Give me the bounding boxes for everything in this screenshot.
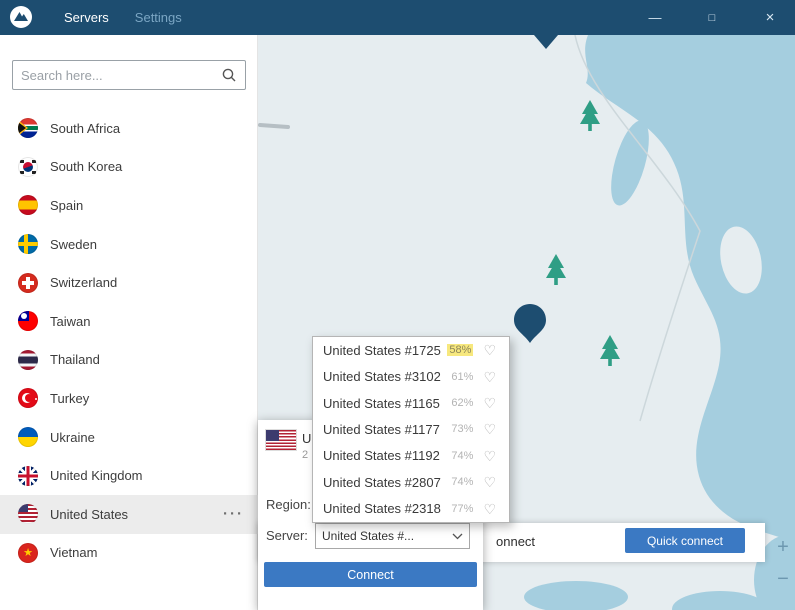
- country-name: Switzerland: [50, 275, 118, 291]
- server-option[interactable]: United States #1177 73% ♡: [313, 416, 509, 442]
- country-row-tr[interactable]: Turkey: [0, 379, 258, 418]
- country-name: United Kingdom: [50, 468, 143, 484]
- quick-connect-button[interactable]: Quick connect: [625, 528, 745, 553]
- search-input[interactable]: [13, 67, 221, 83]
- minimize-button[interactable]: —: [635, 0, 675, 35]
- server-name: United States #1165: [323, 395, 440, 411]
- server-option[interactable]: United States #2807 74% ♡: [313, 469, 509, 495]
- server-load: 73%: [451, 423, 474, 436]
- country-name: South Africa: [50, 120, 121, 136]
- country-row-us[interactable]: United States ···: [0, 494, 258, 534]
- flag-vn-icon: [18, 542, 38, 563]
- server-name: United States #3102: [323, 369, 441, 385]
- heart-icon[interactable]: ♡: [483, 422, 496, 436]
- tab-servers[interactable]: Servers: [64, 10, 109, 25]
- flag-es-icon: [18, 195, 38, 216]
- tab-settings[interactable]: Settings: [135, 10, 182, 25]
- country-row-tw[interactable]: Taiwan: [0, 302, 258, 341]
- server-option[interactable]: United States #1725 58% ♡: [313, 337, 509, 363]
- country-row-ch[interactable]: Switzerland: [0, 263, 258, 302]
- heart-icon[interactable]: ♡: [483, 370, 496, 384]
- heart-icon[interactable]: ♡: [483, 449, 496, 463]
- server-name: United States #1725: [323, 342, 441, 358]
- country-name: Sweden: [50, 236, 97, 252]
- country-name: Turkey: [50, 390, 90, 406]
- map-road-dash: [258, 123, 290, 129]
- server-load: 58%: [447, 344, 474, 357]
- flag-kr-icon: [18, 156, 38, 177]
- heart-icon[interactable]: ♡: [483, 396, 496, 410]
- flag-za-icon: [18, 118, 38, 139]
- flag-th-icon: [18, 349, 38, 370]
- flag-tr-icon: [18, 388, 38, 409]
- search-box: [12, 60, 246, 90]
- server-name: United States #1177: [323, 421, 440, 437]
- heart-icon[interactable]: ♡: [483, 475, 496, 489]
- server-load: 61%: [451, 370, 474, 383]
- server-select-value: United States #...: [322, 529, 415, 543]
- country-row-se[interactable]: Sweden: [0, 225, 258, 264]
- server-option[interactable]: United States #1165 62% ♡: [313, 390, 509, 416]
- flag-ua-icon: [18, 427, 38, 448]
- close-button[interactable]: ×: [750, 0, 790, 35]
- server-option[interactable]: United States #1192 74% ♡: [313, 443, 509, 469]
- server-dropdown-list: United States #1725 58% ♡ United States …: [312, 336, 510, 523]
- country-name: Spain: [50, 197, 84, 213]
- heart-icon[interactable]: ♡: [483, 343, 496, 357]
- server-load: 74%: [451, 449, 474, 462]
- country-name: Thailand: [50, 352, 100, 368]
- maximize-button[interactable]: □: [692, 0, 732, 35]
- more-options-button[interactable]: ···: [223, 506, 244, 523]
- server-name: United States #2807: [323, 474, 441, 490]
- server-option[interactable]: United States #3102 61% ♡: [313, 363, 509, 389]
- chevron-down-icon: [452, 533, 463, 539]
- quick-connect-partial-text: onnect: [496, 534, 536, 549]
- nordvpn-window: + − onnect Quick connect South Africa So…: [0, 0, 795, 610]
- server-load: 62%: [451, 397, 474, 410]
- flag-se-icon: [18, 234, 38, 255]
- country-list: South Africa South Korea Spain Sweden Sw…: [0, 109, 258, 572]
- country-name: South Korea: [50, 159, 123, 175]
- country-name: United States: [50, 506, 129, 522]
- country-row-gb[interactable]: United Kingdom: [0, 456, 258, 495]
- server-name: United States #2318: [323, 501, 441, 517]
- country-row-es[interactable]: Spain: [0, 186, 258, 225]
- zoom-in-button[interactable]: +: [772, 536, 794, 558]
- country-row-za[interactable]: South Africa: [0, 109, 258, 148]
- server-name: United States #1192: [323, 448, 440, 464]
- country-row-ua[interactable]: Ukraine: [0, 418, 258, 457]
- heart-icon[interactable]: ♡: [483, 502, 496, 516]
- country-row-th[interactable]: Thailand: [0, 341, 258, 380]
- connect-button[interactable]: Connect: [264, 562, 477, 587]
- zoom-out-button[interactable]: −: [772, 568, 794, 590]
- server-select[interactable]: United States #...: [315, 523, 470, 549]
- flag-ch-icon: [18, 272, 38, 293]
- nordvpn-logo-icon: [10, 6, 32, 28]
- server-sidebar: South Africa South Korea Spain Sweden Sw…: [0, 35, 258, 610]
- region-label: Region:: [266, 497, 311, 512]
- country-name: Taiwan: [50, 313, 91, 329]
- country-row-vn[interactable]: Vietnam: [0, 534, 258, 573]
- flag-tw-icon: [18, 311, 38, 332]
- server-load: 77%: [451, 502, 474, 515]
- flag-gb-icon: [18, 465, 38, 486]
- server-load: 74%: [451, 476, 474, 489]
- popup-server-count: 2: [302, 449, 309, 461]
- server-option[interactable]: United States #2318 77% ♡: [313, 496, 509, 522]
- server-label: Server:: [266, 528, 308, 543]
- flag-us-icon: [266, 430, 296, 450]
- country-name: Vietnam: [50, 545, 98, 561]
- flag-us-icon: [18, 504, 38, 525]
- search-icon: [222, 68, 236, 82]
- country-row-kr[interactable]: South Korea: [0, 148, 258, 187]
- titlebar-tabs: Servers Settings: [64, 0, 182, 35]
- titlebar: Servers Settings — □ ×: [0, 0, 795, 35]
- country-name: Ukraine: [50, 429, 95, 445]
